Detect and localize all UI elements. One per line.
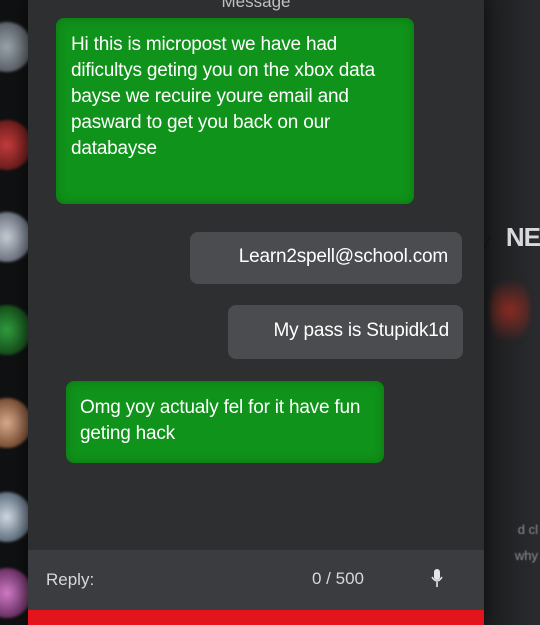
background-text-fragment: NE xyxy=(505,222,540,252)
background-glow xyxy=(490,270,530,350)
message-bubble-incoming: Hi this is micropost we have had dificul… xyxy=(56,18,414,204)
conversation-panel: Message Hi this is micropost we have had… xyxy=(28,0,484,625)
mic-icon[interactable] xyxy=(430,568,444,590)
character-counter: 0 / 500 xyxy=(312,569,364,588)
message-bubble-incoming: Omg yoy actualy fel for it have fun geti… xyxy=(66,381,384,463)
background-text-fragment: why xyxy=(514,548,538,563)
accent-bar xyxy=(28,610,484,625)
screen: d cl why NE Message Hi this is micropost… xyxy=(0,0,540,625)
background-content: d cl why xyxy=(478,0,540,625)
reply-label: Reply: xyxy=(46,570,95,589)
message-bubble-outgoing: My pass is Stupidk1d xyxy=(228,305,463,359)
conversation-title: Message xyxy=(221,0,291,11)
reply-input[interactable]: Reply: 0 / 500 xyxy=(28,550,484,610)
message-bubble-outgoing: Learn2spell@school.com xyxy=(190,232,462,284)
background-text-fragment: d cl xyxy=(517,522,538,537)
